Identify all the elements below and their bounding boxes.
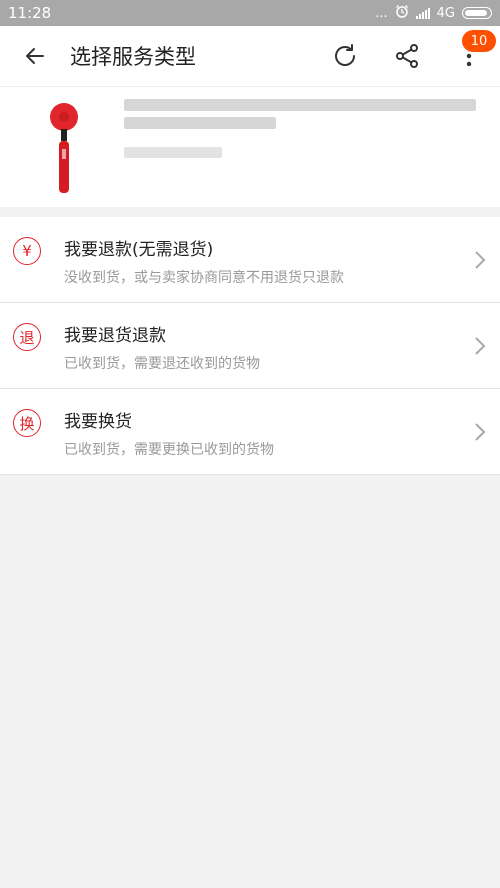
option-title: 我要退货退款 bbox=[64, 326, 166, 346]
chevron-right-icon bbox=[475, 423, 486, 441]
option-title: 我要退款(无需退货) bbox=[64, 240, 214, 260]
product-sku-redacted bbox=[124, 147, 222, 158]
battery-icon bbox=[462, 7, 492, 19]
option-exchange[interactable]: 换 我要换货 已收到货，需要更换已收到的货物 bbox=[0, 389, 500, 475]
product-title-redacted-2 bbox=[124, 117, 276, 129]
product-title-redacted bbox=[124, 99, 476, 111]
option-return-refund[interactable]: 退 我要退货退款 已收到货，需要退还收到的货物 bbox=[0, 303, 500, 389]
status-bar: 11:28 ... 4G bbox=[0, 0, 500, 26]
option-subtitle: 已收到货，需要更换已收到的货物 bbox=[64, 442, 274, 458]
product-card bbox=[0, 86, 500, 207]
option-title: 我要换货 bbox=[64, 412, 132, 432]
option-subtitle: 已收到货，需要退还收到的货物 bbox=[64, 356, 260, 372]
share-icon bbox=[396, 44, 418, 68]
status-icons: ... 4G bbox=[375, 4, 492, 22]
refresh-button[interactable] bbox=[314, 26, 376, 86]
signal-icon bbox=[415, 7, 430, 19]
option-subtitle: 没收到货，或与卖家协商同意不用退货只退款 bbox=[64, 270, 344, 286]
share-button[interactable] bbox=[376, 26, 438, 86]
return-icon: 退 bbox=[13, 323, 41, 351]
service-options-list: ¥ 我要退款(无需退货) 没收到货，或与卖家协商同意不用退货只退款 退 我要退货… bbox=[0, 217, 500, 475]
alarm-icon bbox=[395, 4, 409, 22]
refund-yen-icon: ¥ bbox=[13, 237, 41, 265]
arrow-left-icon bbox=[26, 48, 44, 64]
app-header: 选择服务类型 10 bbox=[0, 26, 500, 86]
refresh-icon bbox=[335, 44, 355, 66]
page-title: 选择服务类型 bbox=[70, 45, 196, 69]
network-type: 4G bbox=[436, 5, 455, 21]
chevron-right-icon bbox=[475, 337, 486, 355]
product-image bbox=[50, 103, 78, 193]
more-menu-button[interactable]: 10 bbox=[438, 26, 500, 86]
more-dots-icon: ... bbox=[375, 5, 388, 21]
header-actions: 10 bbox=[314, 26, 500, 86]
exchange-icon: 换 bbox=[13, 409, 41, 437]
back-button[interactable] bbox=[0, 26, 70, 86]
status-time: 11:28 bbox=[8, 4, 52, 22]
option-refund-only[interactable]: ¥ 我要退款(无需退货) 没收到货，或与卖家协商同意不用退货只退款 bbox=[0, 217, 500, 303]
chevron-right-icon bbox=[475, 251, 486, 269]
message-count-badge: 10 bbox=[462, 30, 496, 52]
